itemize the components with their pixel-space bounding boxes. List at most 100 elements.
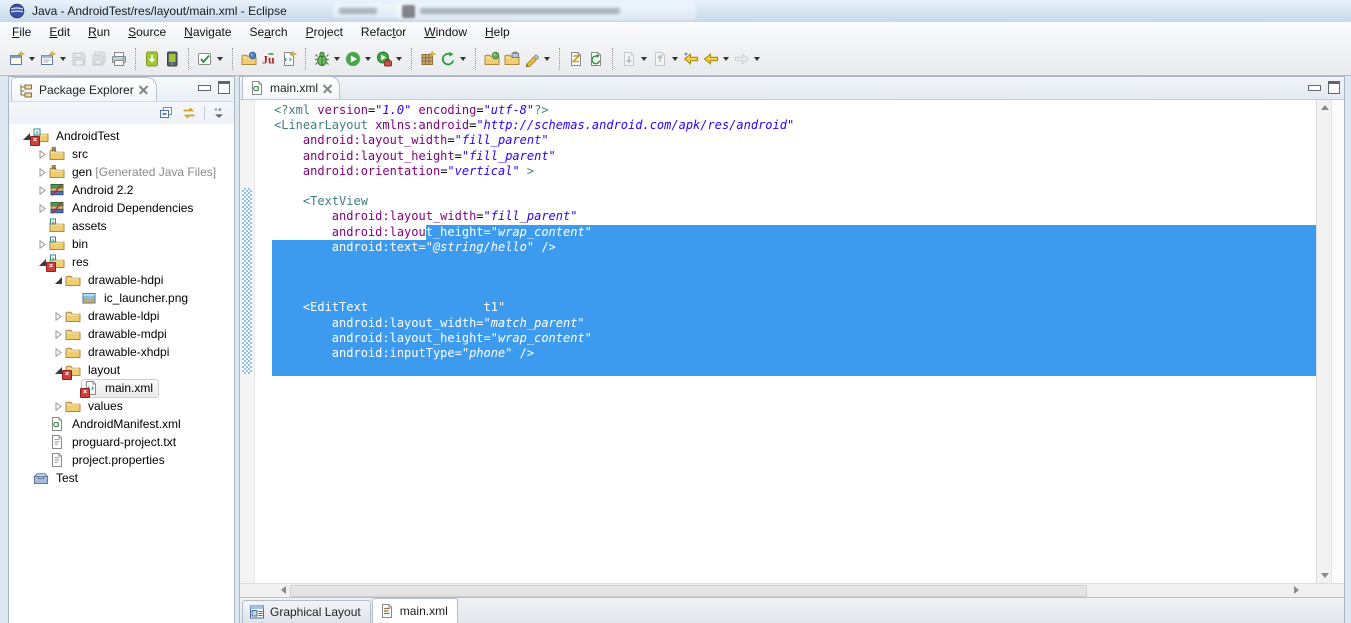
code-line-4[interactable]: android:layout_height="fill_parent" [272,149,1317,164]
tree-expanded-icon[interactable] [51,273,65,287]
print-button[interactable] [109,45,129,73]
tree-item-main-xml[interactable]: × main.xml [9,378,234,398]
dropdown-arrow-icon[interactable] [396,56,402,61]
dropdown-arrow-icon[interactable] [365,56,371,61]
selected-tree-item[interactable]: × main.xml [80,378,160,398]
scroll-up-icon[interactable] [1317,100,1332,115]
tree-item-src[interactable]: src [9,145,234,163]
tree-item-android-dependencies[interactable]: Android Dependencies [9,199,234,217]
run-external-button[interactable] [374,45,394,73]
android-sdk-manager-button[interactable] [142,45,162,73]
dropdown-arrow-icon[interactable] [29,56,35,61]
maximize-view-button[interactable] [218,81,230,94]
tree-item-drawable-ldpi[interactable]: drawable-ldpi [9,307,234,325]
code-line-11[interactable] [272,254,1317,271]
tree-item-bin[interactable]: a bin [9,235,234,253]
tree-collapsed-icon[interactable] [35,183,49,197]
horizontal-scroll-thumb[interactable] [290,585,1087,597]
close-editor-tab-icon[interactable] [323,84,332,93]
dropdown-arrow-icon[interactable] [460,56,466,61]
tree-collapsed-icon[interactable] [35,237,49,251]
tree-collapsed-icon[interactable] [51,399,65,413]
tree-item-project-properties[interactable]: project.properties [9,451,234,469]
tree-item-drawable-hdpi[interactable]: drawable-hdpi [9,271,234,289]
lint-check-button[interactable] [195,45,215,73]
new-wizard-button[interactable] [7,45,27,73]
horizontal-scrollbar[interactable] [240,583,1344,597]
tree-item-drawable-mdpi[interactable]: drawable-mdpi [9,325,234,343]
code-line-18[interactable] [272,361,1317,377]
new-xml-file-button[interactable] [279,45,299,73]
code-line-10[interactable]: android:text="@string/hello" /> [272,239,1317,255]
back-button[interactable] [701,45,721,73]
team-sync-button[interactable] [438,45,458,73]
mark-occurrences-button[interactable] [522,45,542,73]
menu-refactor[interactable]: Refactor [352,23,415,41]
code-line-15[interactable]: android:layout_width="match_parent" [272,315,1317,331]
link-with-editor-icon[interactable] [181,105,197,121]
tree-collapsed-icon[interactable] [51,309,65,323]
junit-button[interactable]: Ju [259,45,279,73]
maximize-editor-button[interactable] [1328,81,1340,94]
tree-item-androidmanifest-xml[interactable]: AndroidManifest.xml [9,415,234,433]
tree-item-gen[interactable]: gen [Generated Java Files] [9,163,234,181]
tree-item-assets[interactable]: a assets [9,217,234,235]
tree-collapsed-icon[interactable] [35,165,49,179]
tree-collapsed-icon[interactable] [35,147,49,161]
dropdown-arrow-icon[interactable] [217,56,223,61]
editor-tab-main-xml[interactable]: main.xml [242,76,341,99]
code-line-3[interactable]: android:layout_width="fill_parent" [272,133,1317,148]
vertical-scrollbar[interactable] [1316,100,1332,583]
tree-item-ic-launcher-png[interactable]: ic_launcher.png [9,289,234,307]
tree-item-test[interactable]: Test [9,469,234,487]
dropdown-arrow-icon[interactable] [672,56,678,61]
dropdown-arrow-icon[interactable] [641,56,647,61]
tree-item-layout[interactable]: × layout [9,361,234,380]
code-line-9[interactable]: android:layou t_height="wrap_content" [272,224,1317,240]
dropdown-arrow-icon[interactable] [723,56,729,61]
page-tab-graphical-layout[interactable]: Graphical Layout [242,600,371,623]
code-line-1[interactable]: <?xml version="1.0" encoding="utf-8"?> [272,103,1317,118]
dropdown-arrow-icon[interactable] [334,56,340,61]
java-type-browse-button[interactable] [239,45,259,73]
menu-navigate[interactable]: Navigate [175,23,240,41]
tree-item-drawable-xhdpi[interactable]: drawable-xhdpi [9,343,234,361]
menu-project[interactable]: Project [297,23,352,41]
open-perspective-button[interactable] [482,45,502,73]
scroll-left-icon[interactable] [276,584,291,596]
tree-item-values[interactable]: values [9,397,234,415]
menu-run[interactable]: Run [79,23,119,41]
code-line-7[interactable]: <TextView [272,194,1317,209]
new-java-wizard-button[interactable] [38,45,58,73]
android-virtual-device-manager-button[interactable] [162,45,182,73]
scroll-right-icon[interactable] [1289,584,1304,596]
editor-content[interactable]: <?xml version="1.0" encoding="utf-8"?> <L… [240,100,1344,583]
code-line-5[interactable]: android:orientation="vertical" > [272,164,1317,179]
back-to-last-edit-button[interactable] [681,45,701,73]
collapse-all-icon[interactable] [158,105,174,121]
view-menu-icon[interactable] [212,106,226,120]
menu-source[interactable]: Source [119,23,175,41]
menu-edit[interactable]: Edit [40,23,79,41]
last-edit-location-button[interactable] [566,45,586,73]
tree-collapsed-icon[interactable] [51,327,65,341]
code-line-14[interactable]: <EditText t1" [272,300,1317,316]
refresh-button[interactable] [586,45,606,73]
run-button[interactable] [343,45,363,73]
code-line-17[interactable]: android:inputType="phone" /> [272,346,1317,362]
dropdown-arrow-icon[interactable] [60,56,66,61]
tree-item-res[interactable]: a × res [9,253,234,272]
code-line-6[interactable] [272,179,1317,194]
dropdown-arrow-icon[interactable] [754,56,760,61]
new-java-project-button[interactable] [418,45,438,73]
menu-window[interactable]: Window [415,23,476,41]
tree-collapsed-icon[interactable] [51,345,65,359]
tree-item-android-2-2[interactable]: Android 2.2 [9,181,234,199]
xml-source-code[interactable]: <?xml version="1.0" encoding="utf-8"?> <L… [254,103,1317,377]
code-line-13[interactable] [272,285,1317,301]
scroll-down-icon[interactable] [1317,568,1332,583]
menu-file[interactable]: File [3,23,40,41]
menu-search[interactable]: Search [241,23,297,41]
minimize-editor-button[interactable] [1308,84,1321,91]
dropdown-arrow-icon[interactable] [544,56,550,61]
